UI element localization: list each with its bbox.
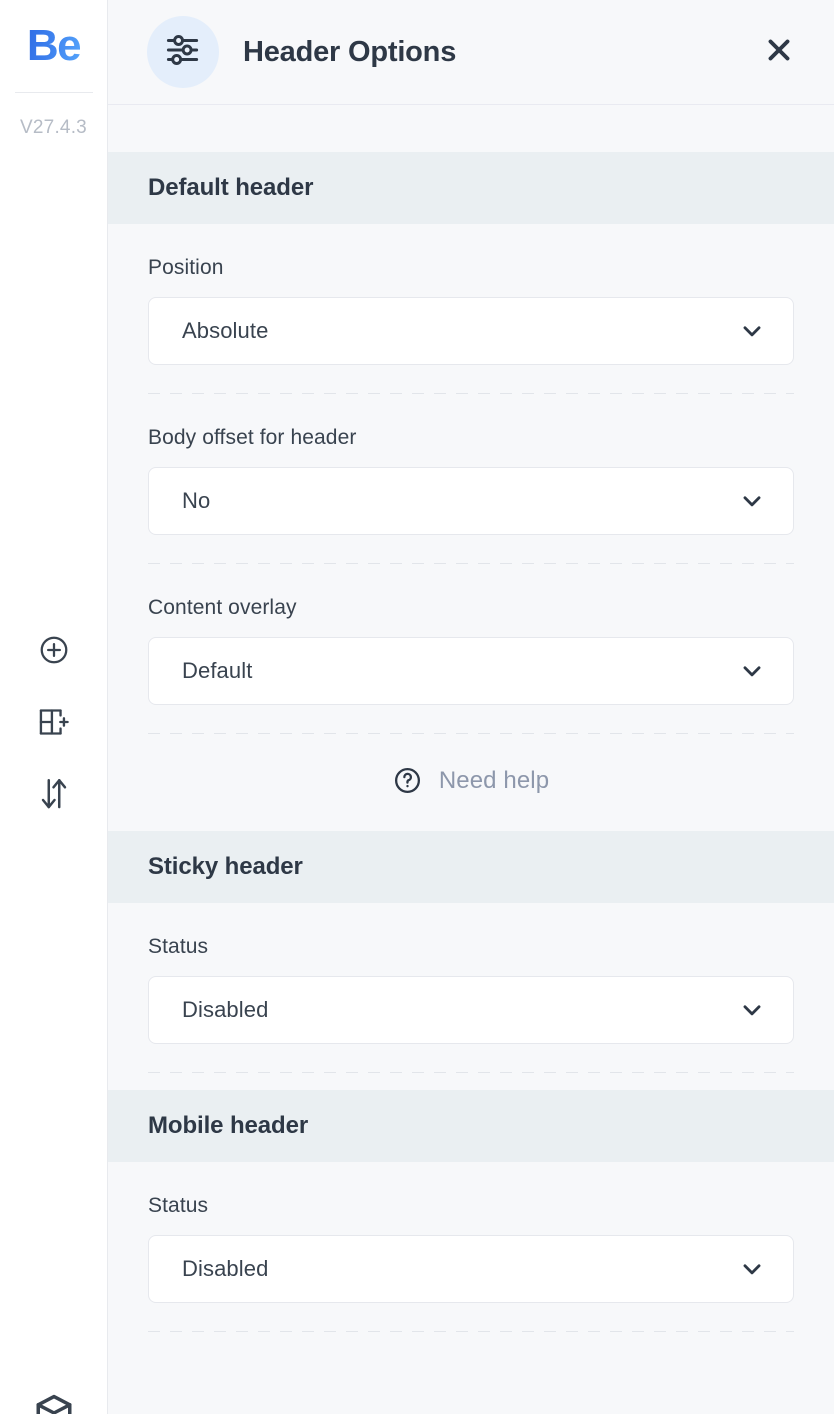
sliders-icon <box>164 31 202 74</box>
close-icon <box>764 35 794 70</box>
field-mobile-status: Status Disabled <box>108 1162 834 1303</box>
plus-circle-icon <box>38 634 70 671</box>
field-sticky-status: Status Disabled <box>108 903 834 1044</box>
section-body-mobile-header: Status Disabled <box>108 1162 834 1332</box>
logo-text: Be <box>26 21 82 70</box>
select-value: Disabled <box>182 1256 269 1281</box>
cube-button[interactable] <box>0 1392 107 1414</box>
select-sticky-status[interactable]: Disabled <box>148 976 794 1044</box>
field-label: Status <box>148 1194 209 1217</box>
chevron-down-icon <box>739 658 765 684</box>
field-label: Position <box>148 256 224 279</box>
add-layout-button[interactable] <box>32 702 76 746</box>
select-value: Absolute <box>182 318 269 343</box>
field-content-overlay: Content overlay Default <box>108 564 834 705</box>
add-element-button[interactable] <box>32 630 76 674</box>
cube-icon <box>33 1392 75 1414</box>
chevron-down-icon <box>739 488 765 514</box>
field-position: Position Absolute <box>108 224 834 365</box>
section-title-sticky-header: Sticky header <box>108 831 834 903</box>
section-title-mobile-header: Mobile header <box>108 1090 834 1162</box>
chevron-down-icon <box>739 1256 765 1282</box>
section-title-default-header: Default header <box>108 152 834 224</box>
field-divider <box>148 1331 794 1332</box>
panel-icon-badge <box>147 16 219 88</box>
need-help-label: Need help <box>438 766 550 794</box>
options-panel: Header Options Default header Position A… <box>108 0 834 1414</box>
version-label: V27.4.3 <box>20 117 87 138</box>
need-help-link[interactable]: Need help <box>108 734 834 831</box>
section-body-sticky-header: Status Disabled <box>108 903 834 1090</box>
panel-topbar: Header Options <box>108 0 834 105</box>
select-body-offset[interactable]: No <box>148 467 794 535</box>
close-panel-button[interactable] <box>756 29 802 75</box>
reorder-button[interactable] <box>32 774 76 818</box>
panel-top-spacer <box>108 105 834 152</box>
field-label: Body offset for header <box>148 426 357 449</box>
select-position[interactable]: Absolute <box>148 297 794 365</box>
question-circle-icon <box>393 766 422 795</box>
page-title: Header Options <box>243 35 457 68</box>
brand-logo[interactable]: Be <box>0 0 107 92</box>
field-label: Content overlay <box>148 596 297 619</box>
chevron-down-icon <box>739 318 765 344</box>
rail-tool-group <box>0 630 107 818</box>
section-body-default-header: Position Absolute Body offset for header <box>108 224 834 831</box>
field-body-offset: Body offset for header No <box>108 394 834 535</box>
rail-divider <box>14 92 93 93</box>
layout-plus-icon <box>37 706 71 743</box>
sort-arrows-icon <box>38 777 70 816</box>
select-content-overlay[interactable]: Default <box>148 637 794 705</box>
section-tail <box>108 1073 834 1090</box>
panel-scroll-area[interactable]: Default header Position Absolute Body of… <box>108 105 834 1414</box>
left-rail: Be V27.4.3 <box>0 0 108 1414</box>
select-mobile-status[interactable]: Disabled <box>148 1235 794 1303</box>
chevron-down-icon <box>739 997 765 1023</box>
select-value: Default <box>182 658 253 683</box>
select-value: Disabled <box>182 997 269 1022</box>
app-root: Be V27.4.3 Header Options Default header… <box>0 0 834 1414</box>
field-label: Status <box>148 935 209 958</box>
select-value: No <box>182 488 211 513</box>
